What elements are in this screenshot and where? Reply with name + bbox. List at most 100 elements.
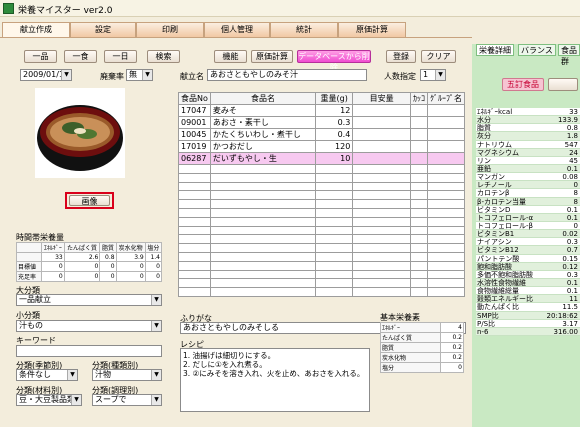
empty-row[interactable] [178,164,466,174]
nutrient-name: リン [477,156,491,165]
nutrient-row: 多価不飽和脂肪酸 0.3 [476,270,580,279]
food-weight: 10 [315,152,354,165]
nutrient-row: カロテンβ 8 [476,189,580,198]
date-select[interactable]: 2009/01/14 ▼ [20,69,72,81]
empty-row[interactable] [178,260,466,271]
nutrient-value: 316.00 [553,327,579,336]
empty-row[interactable] [178,199,466,209]
nutrient-value: 1.8 [566,132,578,141]
clear-button[interactable]: クリア [421,50,456,63]
food-row[interactable]: 09001 あおさ・素干し 0.3 [178,116,466,129]
tab-balance[interactable]: バランス [518,44,556,56]
large-cat-select[interactable]: 一品献立 ▼ [16,294,162,306]
type-value: 汁物 [95,370,111,379]
tab-nutrient-detail[interactable]: 栄養詳細 [476,44,514,56]
empty-row[interactable] [178,287,466,297]
basic-name: 炭水化物 [379,352,442,363]
goten-button[interactable]: 五訂食品 [502,78,544,91]
small-cat-select[interactable]: 汁もの ▼ [16,320,162,332]
nutrient-value: 0.1 [566,205,578,214]
recipe-line: 2. だしに①を入れ煮る。 [183,360,267,369]
menu-name-field[interactable]: あおさともやしのみそ汁 [207,69,367,81]
search-button[interactable]: 検索 [147,50,180,63]
row-label: 目標値 [16,261,42,272]
food-row[interactable]: 10045 かたくちいわし・煮干し 0.4 [178,128,466,141]
kinou-button[interactable]: 機能 [214,50,247,63]
isshoku-button[interactable]: 一食 [64,50,97,63]
season-value: 条件なし [19,370,51,379]
empty-row[interactable] [178,181,466,192]
empty-row[interactable] [178,216,466,227]
window-title: 栄養マイスター ver2.0 [18,6,113,16]
food-name: 麦みそ [209,104,317,117]
tab-insatsu[interactable]: 印刷 [136,22,204,37]
food-weight: 0.4 [315,128,354,141]
empty-row[interactable] [178,172,466,183]
nutrient-value: 0.1 [566,287,578,296]
tab-genka[interactable]: 原価計算 [338,22,406,37]
nutrient-row: 水溶性食物繊維 0.1 [476,278,580,288]
ichihin-button[interactable]: 一品 [24,50,57,63]
type-select[interactable]: 汁物 ▼ [92,369,162,381]
fill-value: 0 [41,271,65,282]
tab-kojin[interactable]: 個人管理 [204,22,270,37]
basic-value: 4 [440,322,464,333]
genka-button[interactable]: 原価計算 [251,50,293,63]
cooking-select[interactable]: スープで ▼ [92,394,162,406]
basic-name: たんぱく質 [379,332,442,343]
food-row-selected[interactable]: 06287 だいずもやし・生 10 [178,152,466,165]
haikiritsu-select[interactable]: 無 ▼ [126,69,153,81]
app-icon [3,3,14,14]
empty-row[interactable] [178,225,466,236]
recipe-textarea[interactable]: 1. 油揚げは細切りにする。 2. だしに①を入れ煮る。 3. ②にみそを溶き入… [180,348,370,412]
food-no: 10045 [178,128,211,141]
db-delete-button[interactable]: データベースから削除 [297,50,371,72]
basic-value: 0.2 [440,352,464,363]
empty-row[interactable] [178,234,466,245]
tab-kondate[interactable]: 献立作成 [2,22,70,38]
nutrient-value: 8 [573,197,578,206]
nutrient-value: 0.15 [562,254,578,263]
nutrient-row: ビタミンD 0.1 [476,205,580,214]
tab-toukei[interactable]: 統計 [270,22,338,37]
empty-row[interactable] [178,251,466,262]
period-value: 2.6 [63,252,101,262]
keyword-field[interactable] [16,345,162,357]
nutrient-value: 11.5 [562,303,578,312]
chevron-down-icon: ▼ [435,70,445,80]
period-table: ｴﾈﾙｷﾞｰ たんぱく質 脂質 炭水化物 塩分 33 2.6 0.8 3.9 1… [16,242,163,282]
empty-row[interactable] [178,190,466,201]
fill-value: 0 [144,271,163,282]
nutrient-value: 45 [569,156,578,165]
nutrient-name: 水分 [477,116,491,125]
food-weight: 12 [315,104,354,117]
material-value: 豆・大豆製品類 [19,395,75,404]
basic-name: 脂質 [379,342,442,353]
register-button[interactable]: 登録 [386,50,416,63]
image-button[interactable]: 画像 [69,195,110,206]
fill-value: 0 [99,271,117,282]
ichinichi-button[interactable]: 一日 [104,50,137,63]
material-select[interactable]: 豆・大豆製品類 ▼ [16,394,82,406]
tab-settei[interactable]: 設定 [70,22,136,37]
fill-value: 0 [115,271,146,282]
panel-button[interactable] [548,78,578,91]
empty-row[interactable] [178,269,466,280]
tab-food-group[interactable]: 食品群 [558,44,580,66]
food-no: 17019 [178,140,211,153]
empty-row[interactable] [178,278,466,289]
basic-name: ｴﾈﾙｷﾞｰ [379,322,442,333]
food-no: 17047 [178,104,211,117]
season-select[interactable]: 条件なし ▼ [16,369,78,381]
food-row[interactable]: 17047 麦みそ 12 [178,104,466,117]
target-value: 0 [144,261,163,272]
food-col-header: 目安量 [352,92,411,105]
target-value: 0 [63,261,101,272]
food-row[interactable]: 17019 かつおだし 120 [178,140,466,153]
food-weight: 0.3 [315,116,354,129]
period-header: ｴﾈﾙｷﾞｰ [41,242,65,253]
nutrient-row: 水分 133.9 [476,116,580,125]
people-select[interactable]: 1 ▼ [420,69,446,81]
empty-row[interactable] [178,243,466,253]
empty-row[interactable] [178,207,466,218]
